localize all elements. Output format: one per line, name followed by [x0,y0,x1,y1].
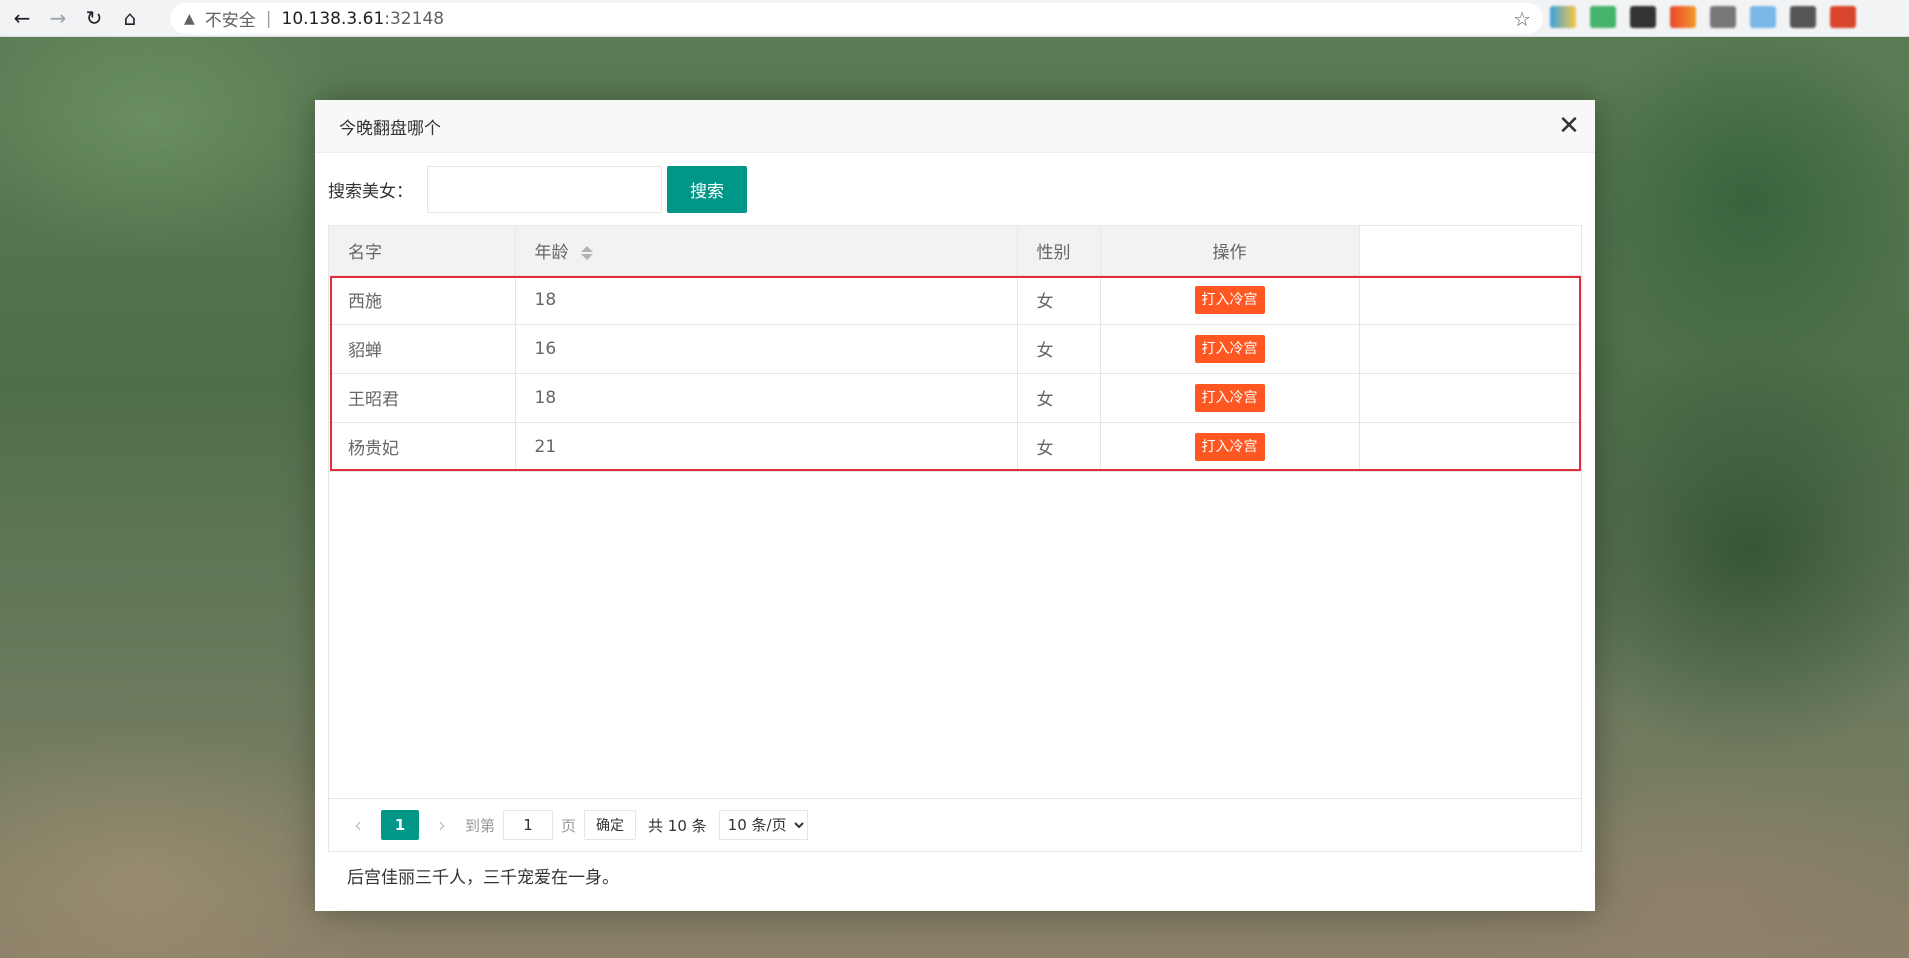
goto-confirm-button[interactable]: 确定 [584,810,637,840]
reload-icon[interactable]: ↻ [80,4,108,32]
cell-name: 王昭君 [329,373,516,423]
cell-age: 16 [515,324,1018,374]
extension-icon[interactable] [1550,6,1576,28]
cell-age: 18 [515,275,1018,325]
column-header-age[interactable]: 年龄 [515,226,1018,276]
dialog: 今晚翻盘哪个 ✕ 搜索美女： 搜索 名字 年龄 性别 操作 西施 18 女 打入… [315,100,1595,911]
table-row: 杨贵妃 21 女 打入冷宫 [329,422,1581,472]
cell-action: 打入冷宫 [1100,422,1360,472]
address-bar[interactable]: ▲ 不安全 | 10.138.3.61:32148 ☆ [170,3,1543,34]
profile-avatar[interactable] [1830,6,1856,28]
current-page-button[interactable]: 1 [381,810,419,840]
search-bar: 搜索美女： 搜索 [328,166,747,213]
back-arrow-icon[interactable]: ← [8,4,36,32]
cell-name: 貂蝉 [329,324,516,374]
dialog-header: 今晚翻盘哪个 [315,100,1595,153]
banish-button[interactable]: 打入冷宫 [1194,285,1265,314]
sort-icon[interactable] [580,245,593,261]
banish-button[interactable]: 打入冷宫 [1194,383,1265,412]
cell-action: 打入冷宫 [1100,324,1360,374]
banish-button[interactable]: 打入冷宫 [1194,334,1265,363]
security-label: 不安全 [204,11,256,31]
goto-label: 到第 [465,816,496,835]
extension-icon[interactable] [1790,6,1816,28]
search-label: 搜索美女： [328,182,413,202]
table-row: 西施 18 女 打入冷宫 [329,275,1581,325]
extension-icon[interactable] [1710,6,1736,28]
prev-page-icon[interactable]: ‹ [343,813,373,837]
forward-arrow-icon[interactable]: → [44,4,72,32]
search-input[interactable] [427,166,662,213]
bookmark-star-icon[interactable]: ☆ [1513,7,1531,31]
extensions-area [1550,6,1856,28]
warning-icon: ▲ [184,10,195,27]
cell-action: 打入冷宫 [1100,275,1360,325]
table-row: 貂蝉 16 女 打入冷宫 [329,324,1581,374]
cell-gender: 女 [1017,275,1101,325]
dialog-title: 今晚翻盘哪个 [339,118,441,139]
url-port: :32148 [384,8,445,29]
extension-icon[interactable] [1630,6,1656,28]
footer-text: 后宫佳丽三千人，三千宠爱在一身。 [347,868,619,888]
search-button[interactable]: 搜索 [667,166,747,213]
extension-icon[interactable] [1670,6,1696,28]
column-header-gender: 性别 [1017,226,1101,276]
separator: | [265,8,272,29]
table-header-row: 名字 年龄 性别 操作 [329,226,1581,276]
table-filler [1359,324,1581,374]
cell-gender: 女 [1017,373,1101,423]
extension-icon[interactable] [1750,6,1776,28]
pagination: ‹ 1 › 到第 页 确定 共 10 条 10 条/页 [329,798,1581,851]
cell-gender: 女 [1017,422,1101,472]
table-filler [1359,422,1581,472]
cell-age: 21 [515,422,1018,472]
cell-name: 西施 [329,275,516,325]
column-header-actions: 操作 [1100,226,1360,276]
table-filler [1359,373,1581,423]
close-icon[interactable]: ✕ [1555,113,1583,141]
data-table: 名字 年龄 性别 操作 西施 18 女 打入冷宫 貂蝉 16 女 打入冷宫 王昭… [328,225,1582,852]
next-page-icon[interactable]: › [427,813,457,837]
column-header-name: 名字 [329,226,516,276]
page-unit-label: 页 [561,816,577,835]
goto-page-input[interactable] [503,810,554,840]
cell-action: 打入冷宫 [1100,373,1360,423]
extension-icon[interactable] [1590,6,1616,28]
browser-toolbar: ← → ↻ ⌂ ▲ 不安全 | 10.138.3.61:32148 ☆ [0,0,1909,37]
cell-gender: 女 [1017,324,1101,374]
cell-name: 杨贵妃 [329,422,516,472]
table-row: 王昭君 18 女 打入冷宫 [329,373,1581,423]
table-filler [1359,226,1581,276]
total-count: 共 10 条 [648,816,707,835]
banish-button[interactable]: 打入冷宫 [1194,432,1265,461]
url-host: 10.138.3.61 [281,8,385,29]
cell-age: 18 [515,373,1018,423]
home-icon[interactable]: ⌂ [116,4,144,32]
page-size-select[interactable]: 10 条/页 [718,810,808,840]
table-filler [1359,275,1581,325]
